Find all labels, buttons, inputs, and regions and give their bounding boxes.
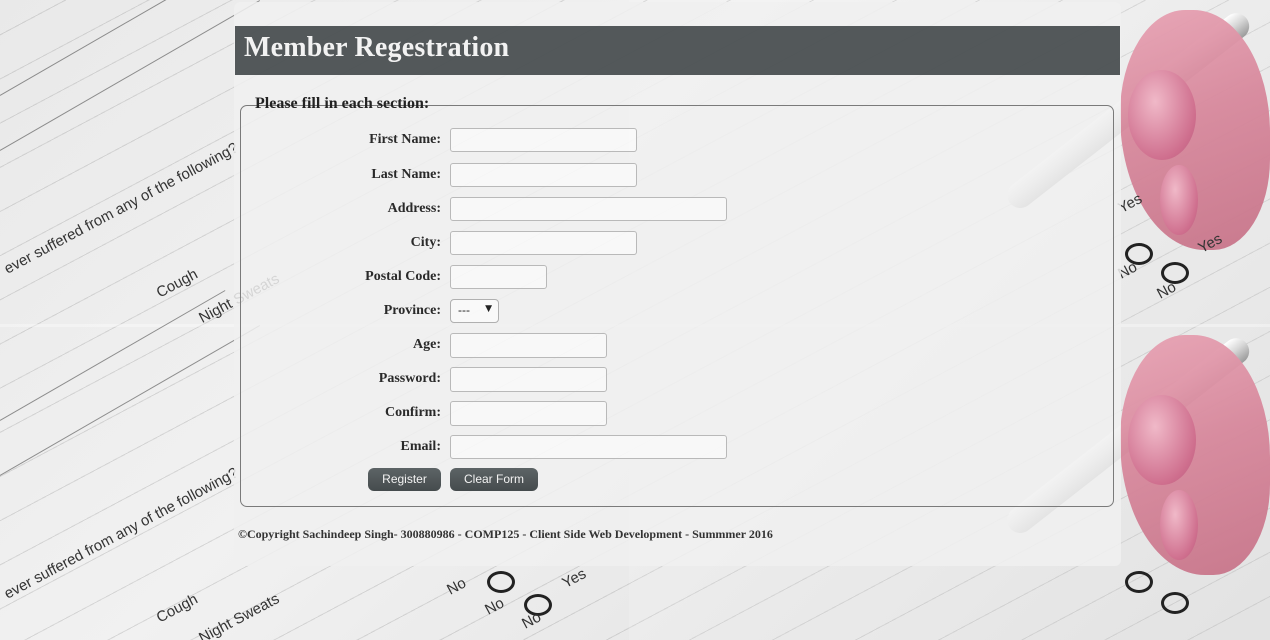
background-word: Cough: [153, 265, 201, 302]
background-circle: [1125, 571, 1153, 593]
password-field[interactable]: [450, 367, 607, 392]
background-word: Cough: [153, 590, 201, 627]
background-line: [0, 0, 261, 151]
postal-code-field[interactable]: [450, 265, 547, 289]
background-question-text: ever suffered from any of the following?: [1, 139, 242, 278]
background-fingernail: [1128, 70, 1196, 160]
background-fingernail: [1160, 490, 1198, 560]
page-header: Member Regestration: [235, 26, 1120, 75]
background-line: [0, 0, 226, 96]
dropdown-arrow-icon: ▼: [485, 304, 492, 314]
background-word: Night Sweats: [196, 590, 283, 640]
register-button[interactable]: Register: [368, 468, 441, 491]
page-title: Member Regestration: [244, 32, 510, 63]
confirm-label: Confirm:: [385, 405, 441, 420]
background-word: No: [444, 574, 470, 599]
city-label: City:: [410, 235, 441, 250]
age-label: Age:: [413, 337, 441, 352]
copyright-footer: ©Copyright Sachindeep Singh- 300880986 -…: [238, 527, 773, 541]
background-word: No: [482, 594, 508, 619]
last-name-label: Last Name:: [371, 167, 441, 182]
province-selected-value: ---: [458, 303, 470, 317]
address-label: Address:: [387, 201, 441, 216]
province-select[interactable]: --- ▼: [450, 299, 499, 323]
confirm-password-field[interactable]: [450, 401, 607, 426]
form-legend: Please fill in each section:: [255, 95, 430, 112]
background-circle: [487, 571, 515, 593]
background-circle: [1161, 592, 1189, 614]
email-field[interactable]: [450, 435, 727, 459]
background-fingernail: [1128, 395, 1196, 485]
password-label: Password:: [378, 371, 441, 386]
form-buttons: Register Clear Form: [241, 468, 641, 494]
registration-form: Please fill in each section: First Name:…: [240, 95, 1114, 507]
background-line: [0, 290, 226, 421]
postal-code-label: Postal Code:: [365, 269, 441, 284]
city-field[interactable]: [450, 231, 637, 255]
clear-form-button[interactable]: Clear Form: [450, 468, 538, 491]
background-word: Yes: [559, 565, 590, 592]
email-label: Email:: [400, 439, 441, 454]
background-line: [0, 325, 261, 476]
background-question-text: ever suffered from any of the following?: [1, 464, 242, 603]
registration-panel: Member Regestration Please fill in each …: [234, 2, 1121, 566]
first-name-label: First Name:: [369, 132, 441, 147]
address-field[interactable]: [450, 197, 727, 221]
age-field[interactable]: [450, 333, 607, 358]
province-label: Province:: [383, 303, 441, 318]
first-name-field[interactable]: [450, 128, 637, 152]
background-fingernail: [1160, 165, 1198, 235]
last-name-field[interactable]: [450, 163, 637, 187]
